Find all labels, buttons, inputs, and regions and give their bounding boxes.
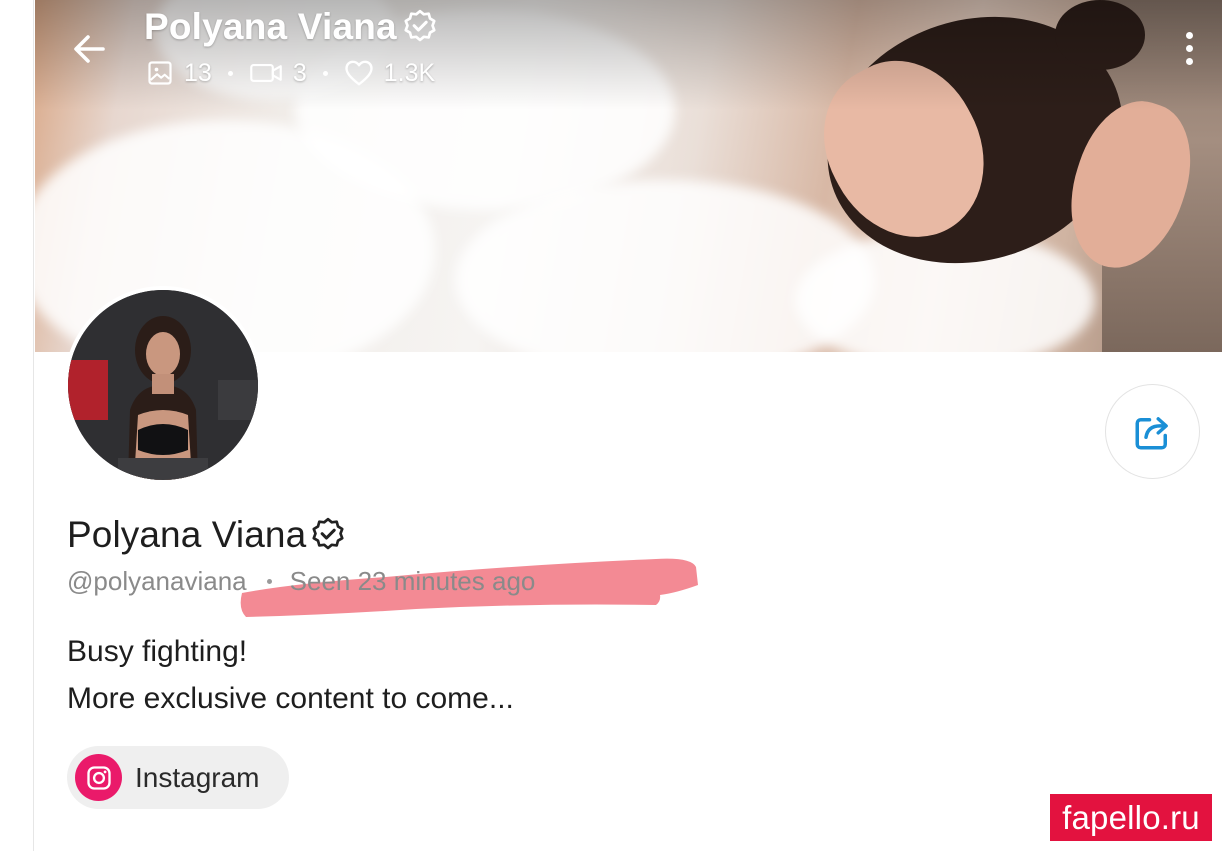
avatar-image — [68, 290, 258, 480]
separator-dot — [227, 70, 233, 76]
bio-line: Busy fighting! — [67, 635, 248, 668]
verified-badge-icon — [404, 9, 436, 42]
left-edge — [0, 0, 34, 851]
profile-name-text: Polyana Viana — [67, 514, 307, 555]
back-button[interactable] — [66, 26, 112, 72]
likes-stat[interactable]: 1.3K — [344, 59, 435, 88]
bio-line: More exclusive content to come... — [67, 682, 514, 715]
watermark: fapello.ru — [1050, 794, 1212, 841]
header-stats: 13 3 1.3K — [146, 56, 435, 90]
header-name-text: Polyana Viana — [144, 6, 397, 47]
photos-count: 13 — [184, 58, 212, 87]
arrow-left-icon — [74, 35, 105, 63]
videos-stat[interactable]: 3 — [249, 59, 307, 88]
separator-dot — [322, 70, 328, 76]
instagram-link[interactable]: Instagram — [67, 746, 289, 809]
image-icon — [148, 61, 172, 85]
more-options-button[interactable] — [1170, 28, 1208, 68]
separator-dot — [266, 579, 272, 584]
handle: @polyanaviana — [67, 566, 247, 596]
bio: Busy fighting! More exclusive content to… — [67, 628, 514, 722]
photos-stat[interactable]: 13 — [146, 59, 212, 88]
likes-count: 1.3K — [383, 58, 436, 87]
instagram-label: Instagram — [135, 761, 260, 793]
videos-count: 3 — [292, 58, 307, 87]
verified-badge-icon — [312, 517, 344, 550]
share-icon — [1135, 416, 1168, 449]
instagram-icon — [75, 754, 122, 801]
video-camera-icon — [250, 63, 282, 83]
profile-subline: @polyanaviana Seen 23 minutes ago — [67, 566, 535, 597]
last-seen: Seen 23 minutes ago — [289, 566, 536, 596]
header-title: Polyana Viana — [144, 6, 439, 48]
avatar-photo — [68, 290, 258, 480]
profile-page: Polyana Viana 13 3 1.3K Polyana Viana @p… — [0, 0, 1222, 851]
profile-name: Polyana Viana — [67, 514, 347, 556]
kebab-menu-icon — [1185, 31, 1193, 39]
avatar[interactable] — [64, 286, 262, 484]
heart-icon — [345, 60, 373, 86]
share-button[interactable] — [1105, 384, 1200, 479]
